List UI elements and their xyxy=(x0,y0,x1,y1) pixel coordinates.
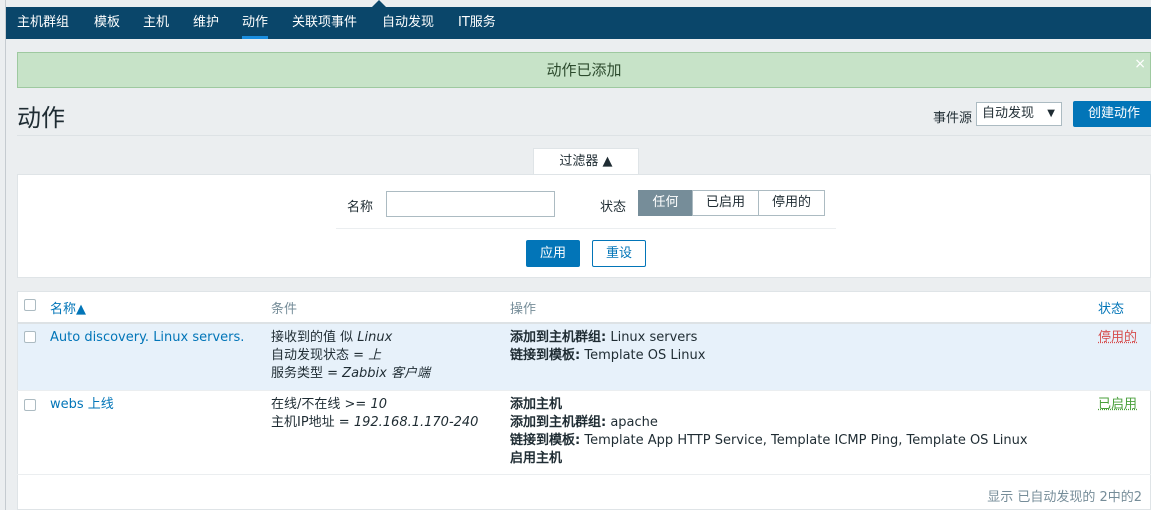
condition-value: 上 xyxy=(368,348,382,363)
condition-text: 服务类型 = xyxy=(271,366,343,381)
operation-detail: Template OS Linux xyxy=(580,348,706,363)
column-header-operations: 操作 xyxy=(510,302,537,317)
status-option-enabled[interactable]: 已启用 xyxy=(692,190,759,216)
condition-value: Linux xyxy=(357,330,393,345)
operation-detail: Linux servers xyxy=(606,330,698,345)
close-icon[interactable]: × xyxy=(1134,53,1146,75)
top-navigation: 主机群组 模板 主机 维护 动作 关联项事件 自动发现 IT服务 xyxy=(6,0,1151,39)
select-all-checkbox[interactable] xyxy=(24,299,36,311)
operation-type: 链接到模板: xyxy=(510,348,581,363)
nav-tab-actions[interactable]: 动作 xyxy=(242,7,269,39)
page-title: 动作 xyxy=(17,104,65,132)
action-conditions: 在线/不在线 >= 10 主机IP地址 = 192.168.1.170-240 xyxy=(271,396,478,432)
condition-text: 主机IP地址 = xyxy=(271,415,354,430)
success-message: 动作已添加 × xyxy=(17,52,1151,88)
header-divider xyxy=(17,135,1151,136)
reset-button[interactable]: 重设 xyxy=(592,240,646,267)
create-action-button[interactable]: 创建动作 xyxy=(1073,101,1151,127)
column-header-conditions: 条件 xyxy=(271,302,298,317)
nav-tab-maintenance[interactable]: 维护 xyxy=(193,7,219,39)
filter-name-label: 名称 xyxy=(347,200,374,215)
filter-toggle-tab[interactable]: 过滤器 ▲ xyxy=(533,148,639,175)
condition-value: 192.168.1.170-240 xyxy=(353,415,479,430)
status-option-disabled[interactable]: 停用的 xyxy=(758,190,825,216)
row-divider xyxy=(17,390,1151,391)
status-option-any[interactable]: 任何 xyxy=(638,190,693,216)
active-indicator-caret xyxy=(372,0,386,7)
event-source-label: 事件源 xyxy=(933,111,973,126)
nav-tab-host-groups[interactable]: 主机群组 xyxy=(17,7,69,39)
apply-button[interactable]: 应用 xyxy=(526,240,580,267)
operation-detail: apache xyxy=(606,415,658,430)
action-operations: 添加主机 添加到主机群组: apache 链接到模板: Template App… xyxy=(510,396,1028,468)
nav-tab-templates[interactable]: 模板 xyxy=(94,7,120,39)
operation-type: 添加主机 xyxy=(510,397,563,412)
success-message-text: 动作已添加 xyxy=(546,61,622,79)
filter-panel xyxy=(17,174,1151,278)
operation-type: 添加到主机群组: xyxy=(510,330,607,345)
operation-type: 启用主机 xyxy=(510,451,563,466)
event-source-value: 自动发现 xyxy=(982,106,1035,121)
nav-tab-discovery[interactable]: 自动发现 xyxy=(382,7,434,39)
condition-text: 在线/不在线 >= xyxy=(271,397,371,412)
column-header-name[interactable]: 名称▲ xyxy=(50,298,86,317)
nav-tab-event-correlation[interactable]: 关联项事件 xyxy=(292,7,357,39)
condition-text: 自动发现状态 = xyxy=(271,348,369,363)
row-checkbox[interactable] xyxy=(24,399,36,411)
column-header-status[interactable]: 状态 xyxy=(1098,298,1124,317)
row-divider xyxy=(17,474,1151,475)
action-name-link[interactable]: Auto discovery. Linux servers. xyxy=(50,329,244,347)
action-operations: 添加到主机群组: Linux servers 链接到模板: Template O… xyxy=(510,329,705,365)
filter-status-label: 状态 xyxy=(600,200,627,215)
nav-tab-hosts[interactable]: 主机 xyxy=(143,7,169,39)
table-footer-count: 显示 已自动发现的 2中的2 xyxy=(987,490,1142,505)
action-conditions: 接收到的值 似 Linux 自动发现状态 = 上 服务类型 = Zabbix 客… xyxy=(271,329,430,383)
dropdown-arrow-icon: ▼ xyxy=(1047,108,1055,119)
condition-text: 接收到的值 似 xyxy=(271,330,358,345)
window-edge xyxy=(0,0,6,510)
condition-value: Zabbix 客户端 xyxy=(342,366,430,381)
operation-type: 链接到模板: xyxy=(510,433,581,448)
filter-name-input[interactable] xyxy=(386,191,555,217)
operation-type: 添加到主机群组: xyxy=(510,415,607,430)
status-toggle-link[interactable]: 停用的 xyxy=(1098,329,1137,347)
condition-value: 10 xyxy=(370,397,387,412)
event-source-select[interactable]: 自动发现 ▼ xyxy=(976,102,1062,126)
status-toggle-link[interactable]: 已启用 xyxy=(1098,396,1137,414)
filter-separator xyxy=(336,228,836,229)
operation-detail: Template App HTTP Service, Template ICMP… xyxy=(580,433,1028,448)
action-name-link[interactable]: webs 上线 xyxy=(50,396,114,414)
nav-tab-it-services[interactable]: IT服务 xyxy=(458,7,496,39)
row-checkbox[interactable] xyxy=(24,331,36,343)
